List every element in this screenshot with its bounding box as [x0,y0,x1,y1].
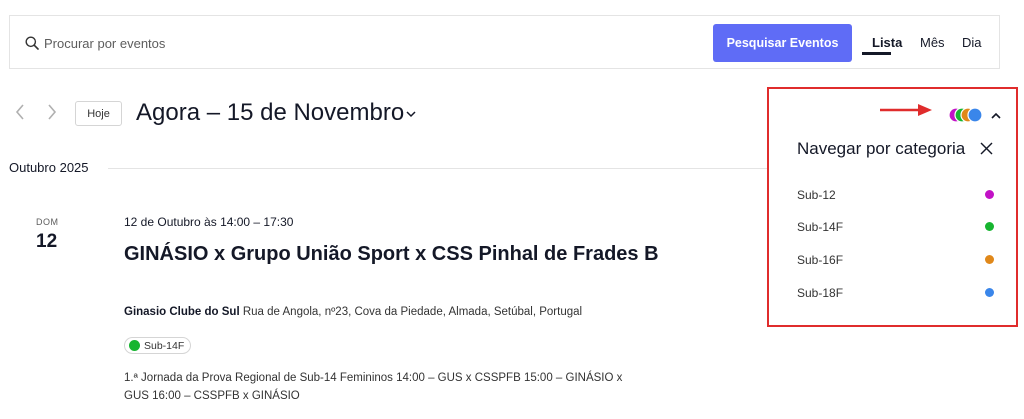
category-item-sub-18f[interactable]: Sub-18F [797,286,843,300]
event-datetime: 12 de Outubro às 14:00 – 17:30 [124,215,294,229]
category-item-sub-14f[interactable]: Sub-14F [797,220,843,234]
event-venue-address: Rua de Angola, nº23, Cova da Piedade, Al… [242,306,583,318]
search-input[interactable] [44,32,544,54]
category-item-sub-12[interactable]: Sub-12 [797,188,836,202]
event-venue: Ginasio Clube do Sul Rua de Angola, nº23… [124,306,582,318]
search-bar: Pesquisar Eventos Lista Mês Dia [9,15,1000,69]
search-icon [25,36,39,50]
search-events-button[interactable]: Pesquisar Eventos [713,24,852,62]
month-separator-line [108,168,768,169]
category-dot-icon [985,288,994,297]
tab-list-view[interactable]: Lista [872,35,902,50]
event-day-number: 12 [36,231,58,252]
event-venue-name: Ginasio Clube do Sul [124,306,240,318]
event-description: 1.ª Jornada da Prova Regional de Sub-14 … [124,372,623,402]
close-icon[interactable] [980,142,993,155]
chevron-down-icon[interactable] [406,110,416,118]
category-panel-heading: Navegar por categoria [797,139,966,158]
today-button[interactable]: Hoje [75,101,122,126]
category-filter-toggle-icon[interactable] [948,107,988,123]
active-tab-indicator [862,52,891,55]
event-category-label: Sub-14F [144,339,185,352]
category-item-sub-16f[interactable]: Sub-16F [797,253,843,267]
red-arrow-icon [880,104,932,116]
tab-day-view[interactable]: Dia [962,35,982,50]
event-weekday: DOM [36,217,59,227]
date-range-selector[interactable]: Agora – 15 de Novembro [136,99,404,127]
category-dot-icon [985,255,994,264]
tab-month-view[interactable]: Mês [920,35,945,50]
category-dot-icon [129,340,140,351]
month-separator-label: Outubro 2025 [9,160,89,175]
category-dot-icon [985,222,994,231]
next-arrow-icon[interactable] [47,104,57,120]
chevron-up-icon[interactable] [991,112,1001,119]
event-title-link[interactable]: GINÁSIO x Grupo União Sport x CSS Pinhal… [124,240,664,268]
previous-arrow-icon[interactable] [15,104,25,120]
event-category-tag[interactable]: Sub-14F [124,337,192,354]
category-dot-icon [985,190,994,199]
